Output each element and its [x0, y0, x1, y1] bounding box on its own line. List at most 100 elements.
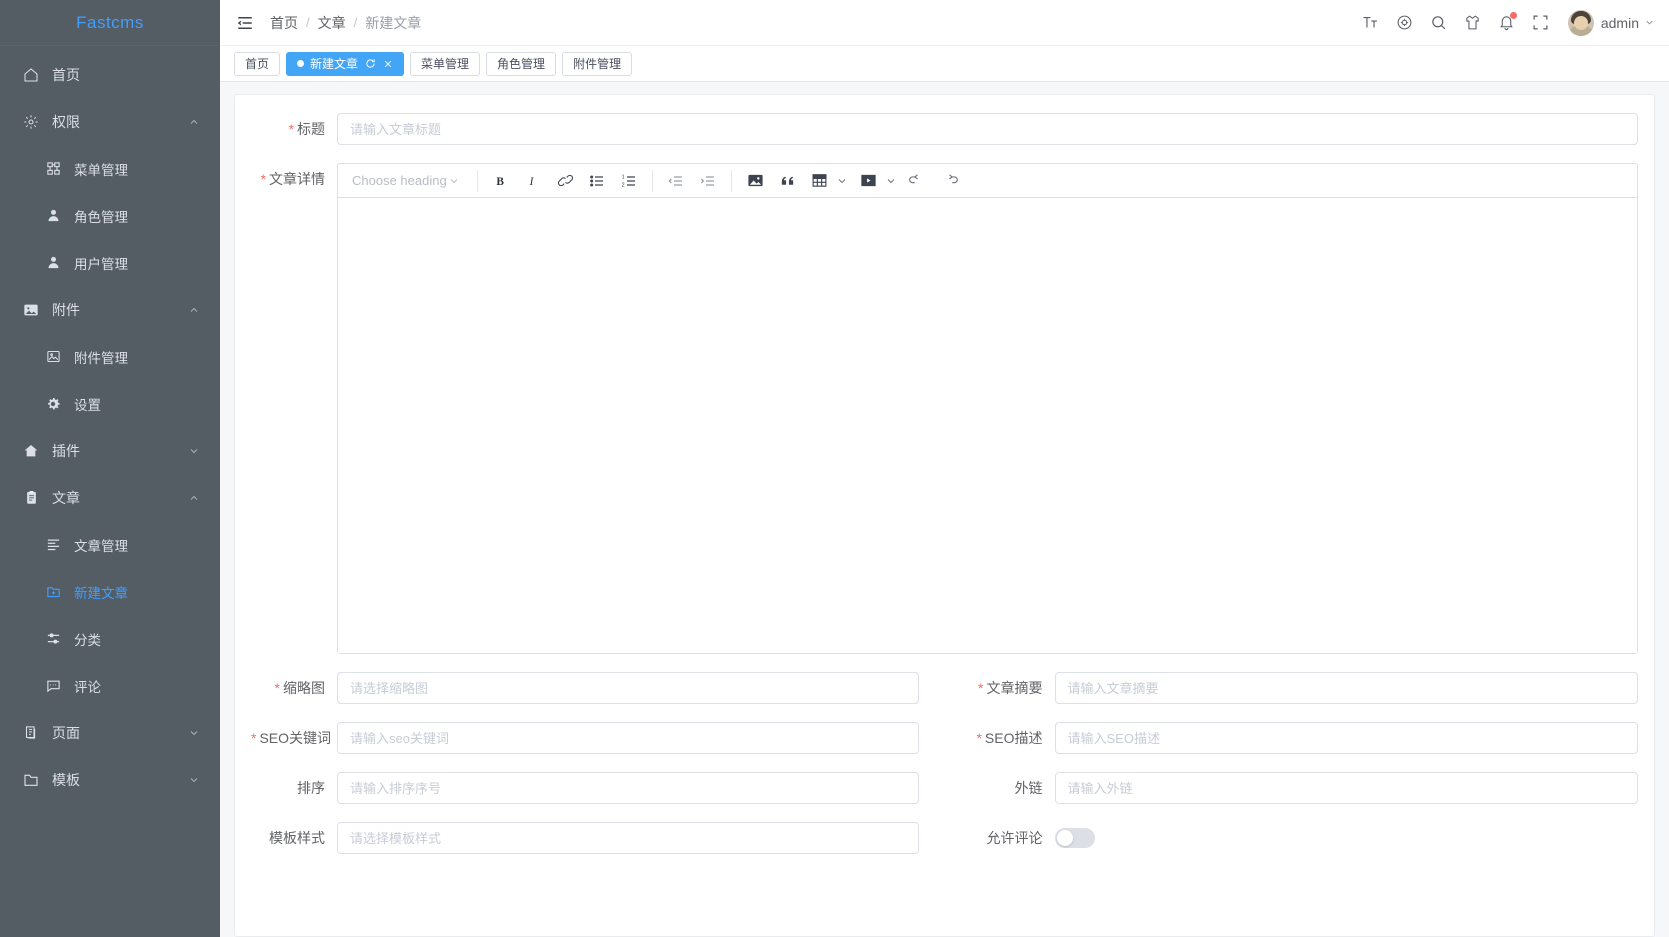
sidebar-item-attachment[interactable]: 附件 — [0, 286, 220, 333]
sidebar-item-comment[interactable]: 评论 — [0, 662, 220, 709]
table-icon[interactable] — [806, 168, 832, 194]
sidebar: Fastcms 首页 权限 菜单管理 角色管理 用户管理 附件 附件管理 设置 … — [0, 0, 220, 937]
sidebar-item-plugin[interactable]: 插件 — [0, 427, 220, 474]
tab-label: 附件管理 — [573, 56, 622, 71]
editor-content[interactable] — [338, 198, 1637, 653]
breadcrumb-item-2: 新建文章 — [365, 14, 422, 31]
theme-color-icon[interactable] — [1388, 6, 1422, 40]
sidebar-item-role-manage[interactable]: 角色管理 — [0, 192, 220, 239]
ordered-list-icon[interactable]: 12 — [616, 168, 642, 194]
sidebar-item-user-manage[interactable]: 用户管理 — [0, 239, 220, 286]
sidebar-submenu-article: 文章管理 新建文章 分类 评论 — [0, 521, 220, 709]
sort-input[interactable] — [337, 772, 919, 804]
tab-role-manage[interactable]: 角色管理 — [486, 51, 557, 76]
sliders-icon — [42, 631, 64, 646]
tab-label: 菜单管理 — [421, 56, 470, 71]
tab-home[interactable]: 首页 — [234, 51, 281, 76]
label-thumbnail: * 缩略图 — [251, 672, 337, 704]
redo-icon[interactable] — [936, 168, 962, 194]
allow-comment-toggle[interactable] — [1054, 828, 1095, 848]
tab-label: 首页 — [245, 56, 270, 71]
undo-icon[interactable] — [904, 168, 930, 194]
sidebar-item-label: 附件管理 — [74, 350, 128, 366]
label-template-style: 模板样式 — [251, 822, 337, 854]
sidebar-item-article-manage[interactable]: 文章管理 — [0, 521, 220, 568]
sidebar-item-label: 设置 — [74, 397, 101, 413]
sidebar-item-category[interactable]: 分类 — [0, 615, 220, 662]
skin-shirt-icon[interactable] — [1456, 6, 1490, 40]
chevron-down-icon — [188, 445, 200, 457]
bold-icon[interactable]: B — [488, 168, 514, 194]
required-marker: * — [976, 730, 982, 746]
bell-icon[interactable] — [1490, 6, 1524, 40]
outdent-icon[interactable] — [663, 168, 689, 194]
form-row-outlink: 外链 — [945, 772, 1638, 804]
outlink-input[interactable] — [1054, 772, 1638, 804]
sidebar-item-settings[interactable]: 设置 — [0, 380, 220, 427]
image-icon[interactable] — [742, 168, 768, 194]
sidebar-item-menu-manage[interactable]: 菜单管理 — [0, 145, 220, 192]
italic-icon[interactable]: I — [520, 168, 546, 194]
title-input[interactable] — [337, 113, 1638, 145]
sidebar-item-label: 首页 — [52, 66, 80, 83]
quote-icon[interactable] — [774, 168, 800, 194]
sidebar-item-label: 评论 — [74, 679, 101, 695]
thumbnail-input[interactable] — [337, 672, 919, 704]
sidebar-item-template[interactable]: 模板 — [0, 756, 220, 803]
brand-logo[interactable]: Fastcms — [0, 0, 220, 46]
form-row-sort: 排序 — [251, 772, 945, 804]
sidebar-item-page[interactable]: 页面 — [0, 709, 220, 756]
sidebar-item-label: 模板 — [52, 771, 80, 788]
form-column-left: *缩略图 *SEO关键词 — [251, 672, 945, 872]
bullet-list-icon[interactable] — [584, 168, 610, 194]
sidebar-item-article[interactable]: 文章 — [0, 474, 220, 521]
seo-keywords-input[interactable] — [337, 722, 919, 754]
fullscreen-icon[interactable] — [1524, 6, 1558, 40]
heading-select[interactable]: Choose heading — [344, 168, 466, 194]
sidebar-item-new-article[interactable]: 新建文章 — [0, 568, 220, 615]
tab-new-article[interactable]: 新建文章 — [286, 51, 405, 76]
gear-icon — [42, 396, 64, 412]
video-icon[interactable] — [855, 168, 881, 194]
hamburger-icon[interactable] — [236, 14, 254, 32]
seo-description-input[interactable] — [1054, 722, 1638, 754]
chevron-down-icon — [448, 175, 460, 187]
form-row-title: * 标题 — [251, 113, 1638, 145]
plugin-home-icon — [20, 443, 42, 459]
field-outlink — [1054, 772, 1638, 804]
label-text: 文章详情 — [269, 171, 325, 187]
chevron-down-icon[interactable] — [835, 168, 849, 194]
sidebar-submenu-attachment: 附件管理 设置 — [0, 333, 220, 427]
content-area: *标题 *文章详情 Choose h — [220, 82, 1669, 937]
sidebar-item-label: 新建文章 — [74, 585, 128, 601]
form-row-allow-comment: 允许评论 — [945, 822, 1639, 854]
sidebar-item-home[interactable]: 首页 — [0, 51, 220, 98]
header-icon-group — [1354, 6, 1558, 40]
sidebar-item-permission[interactable]: 权限 — [0, 98, 220, 145]
label-text: SEO关键词 — [259, 730, 332, 746]
field-allow-comment — [1054, 822, 1639, 853]
refresh-icon[interactable] — [365, 58, 376, 69]
sidebar-item-attachment-manage[interactable]: 附件管理 — [0, 333, 220, 380]
tab-menu-manage[interactable]: 菜单管理 — [410, 51, 481, 76]
template-style-select[interactable] — [337, 822, 919, 854]
summary-input[interactable] — [1054, 672, 1638, 704]
sidebar-item-label: 页面 — [52, 724, 80, 741]
indent-icon[interactable] — [695, 168, 721, 194]
label-text: SEO描述 — [984, 730, 1043, 746]
user-menu[interactable]: admin — [1567, 9, 1655, 36]
article-form-card: *标题 *文章详情 Choose h — [234, 94, 1655, 937]
font-size-icon[interactable] — [1354, 6, 1388, 40]
breadcrumb-item-0[interactable]: 首页 — [270, 13, 298, 33]
chevron-down-icon[interactable] — [884, 168, 898, 194]
breadcrumb-item-1[interactable]: 文章 — [318, 13, 346, 33]
sidebar-submenu-permission: 菜单管理 角色管理 用户管理 — [0, 145, 220, 286]
link-icon[interactable] — [552, 168, 578, 194]
tab-attachment-manage[interactable]: 附件管理 — [562, 51, 633, 76]
sidebar-item-label: 菜单管理 — [74, 162, 128, 178]
sidebar-item-label: 文章管理 — [74, 538, 128, 554]
label-text: 外链 — [1014, 780, 1043, 796]
search-icon[interactable] — [1422, 6, 1456, 40]
form-row-thumbnail: * 缩略图 — [251, 672, 945, 704]
close-icon[interactable] — [383, 59, 393, 69]
